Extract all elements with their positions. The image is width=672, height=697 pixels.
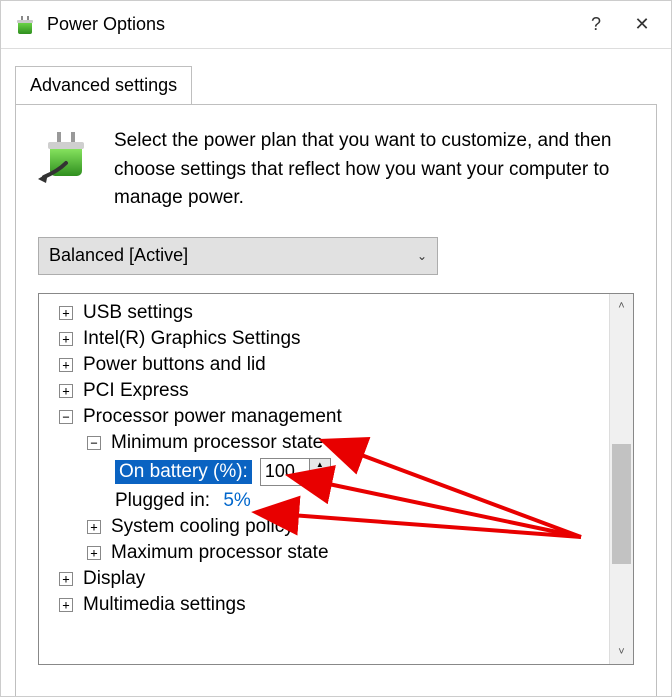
scroll-up-button[interactable]: ˄ xyxy=(610,294,633,318)
power-options-dialog: Power Options ? ✕ Advanced settings xyxy=(0,0,672,697)
tree-item-multimedia-settings[interactable]: + Multimedia settings xyxy=(45,592,603,618)
collapse-icon[interactable]: − xyxy=(59,410,73,424)
spin-up-button[interactable]: ▲ xyxy=(310,459,330,472)
tree-item-usb-settings[interactable]: + USB settings xyxy=(45,300,603,326)
plugged-in-value[interactable]: 5% xyxy=(223,490,250,512)
power-plan-selected: Balanced [Active] xyxy=(49,245,188,266)
tab-strip: Advanced settings xyxy=(1,49,671,104)
on-battery-spinner: ▲ ▼ xyxy=(260,458,331,486)
intro-row: Select the power plan that you want to c… xyxy=(38,127,634,213)
tree-label: Display xyxy=(83,568,145,590)
tree-item-pci-express[interactable]: + PCI Express xyxy=(45,378,603,404)
tree-scrollbar[interactable]: ˄ ˅ xyxy=(609,294,633,664)
power-options-icon xyxy=(13,13,37,37)
scroll-thumb[interactable] xyxy=(612,444,631,564)
tree-item-processor-power-management[interactable]: − Processor power management xyxy=(45,404,603,430)
tree-item-minimum-processor-state[interactable]: − Minimum processor state xyxy=(45,430,603,456)
settings-tree-container: + USB settings + Intel(R) Graphics Setti… xyxy=(38,293,634,665)
expand-icon[interactable]: + xyxy=(87,546,101,560)
expand-icon[interactable]: + xyxy=(59,598,73,612)
tree-item-system-cooling-policy[interactable]: + System cooling policy xyxy=(45,514,603,540)
power-plan-combo[interactable]: Balanced [Active] ⌄ xyxy=(38,237,438,275)
tree-label: Maximum processor state xyxy=(111,542,329,564)
help-button[interactable]: ? xyxy=(573,1,619,49)
on-battery-label: On battery (%): xyxy=(115,460,252,484)
expand-icon[interactable]: + xyxy=(59,384,73,398)
spin-down-button[interactable]: ▼ xyxy=(310,472,330,485)
expand-icon[interactable]: + xyxy=(87,520,101,534)
tree-label: Minimum processor state xyxy=(111,432,323,454)
titlebar: Power Options ? ✕ xyxy=(1,1,671,49)
tree-item-power-buttons[interactable]: + Power buttons and lid xyxy=(45,352,603,378)
tree-item-plugged-in[interactable]: Plugged in: 5% xyxy=(45,488,603,514)
tree-label: USB settings xyxy=(83,302,193,324)
tab-panel: Select the power plan that you want to c… xyxy=(15,104,657,697)
tree-label: PCI Express xyxy=(83,380,189,402)
chevron-down-icon: ⌄ xyxy=(417,249,427,263)
expand-icon[interactable]: + xyxy=(59,332,73,346)
collapse-icon[interactable]: − xyxy=(87,436,101,450)
intro-text: Select the power plan that you want to c… xyxy=(114,127,634,213)
tree-label: Intel(R) Graphics Settings xyxy=(83,328,301,350)
power-plan-icon xyxy=(38,127,94,183)
tree-item-display[interactable]: + Display xyxy=(45,566,603,592)
tree-item-on-battery[interactable]: On battery (%): ▲ ▼ xyxy=(45,456,603,488)
tree-item-intel-graphics[interactable]: + Intel(R) Graphics Settings xyxy=(45,326,603,352)
settings-tree[interactable]: + USB settings + Intel(R) Graphics Setti… xyxy=(39,294,609,664)
tree-label: Power buttons and lid xyxy=(83,354,266,376)
plugged-in-label: Plugged in: xyxy=(115,490,210,512)
tree-item-maximum-processor-state[interactable]: + Maximum processor state xyxy=(45,540,603,566)
expand-icon[interactable]: + xyxy=(59,572,73,586)
tree-label: System cooling policy xyxy=(111,516,294,538)
scroll-down-button[interactable]: ˅ xyxy=(610,640,633,664)
tab-advanced-settings[interactable]: Advanced settings xyxy=(15,66,192,105)
expand-icon[interactable]: + xyxy=(59,306,73,320)
window-title: Power Options xyxy=(47,14,573,35)
close-button[interactable]: ✕ xyxy=(619,1,665,49)
tree-label: Multimedia settings xyxy=(83,594,246,616)
expand-icon[interactable]: + xyxy=(59,358,73,372)
on-battery-input[interactable] xyxy=(261,459,309,485)
tree-label: Processor power management xyxy=(83,406,342,428)
